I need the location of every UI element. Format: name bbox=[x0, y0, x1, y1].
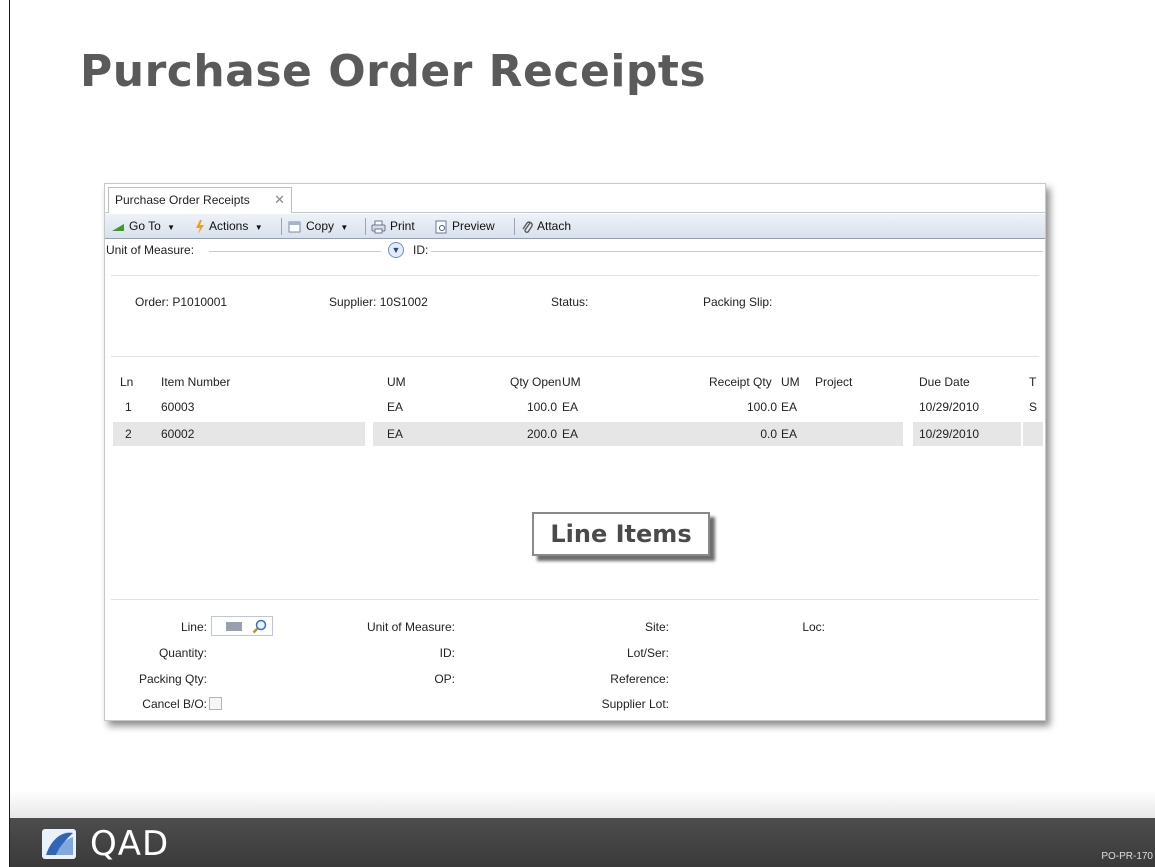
cell-um: EA bbox=[387, 400, 404, 414]
tab-bar: Purchase Order Receipts ✕ bbox=[105, 184, 1045, 213]
footer-fade bbox=[10, 790, 1155, 818]
cell-item: 60002 bbox=[161, 427, 195, 441]
line-items-callout: Line Items bbox=[532, 512, 710, 556]
cell-ln: 2 bbox=[125, 427, 132, 441]
print-button[interactable]: Print bbox=[371, 218, 415, 235]
qad-logo-icon bbox=[42, 829, 76, 859]
site-label: Site: bbox=[644, 620, 669, 634]
cell-due-date: 10/29/2010 bbox=[919, 400, 980, 414]
col-ln[interactable]: Ln bbox=[120, 375, 133, 389]
chevron-down-icon: ▼ bbox=[254, 223, 263, 232]
row-highlight bbox=[1023, 422, 1043, 446]
reference-label: Reference: bbox=[610, 672, 669, 686]
lightning-icon bbox=[196, 219, 204, 234]
cell-um3: EA bbox=[781, 427, 798, 441]
goto-label: Go To bbox=[129, 219, 161, 233]
slide-footer: QAD PO-PR-170 bbox=[10, 818, 1155, 867]
filter-bar: Unit of Measure: ▼ ID: bbox=[105, 240, 1045, 262]
id-filter-label: ID: bbox=[413, 243, 429, 257]
actions-button[interactable]: Actions ▼ bbox=[195, 218, 263, 235]
col-um3[interactable]: UM bbox=[781, 375, 800, 389]
search-icon[interactable] bbox=[252, 619, 268, 634]
cell-due-date: 10/29/2010 bbox=[919, 427, 980, 441]
line-input-value bbox=[226, 622, 242, 631]
copy-icon bbox=[288, 221, 301, 233]
copy-label: Copy bbox=[306, 219, 335, 233]
supplier-field: Supplier: 10S1002 bbox=[329, 295, 428, 309]
cell-um3: EA bbox=[781, 400, 798, 414]
uom-filter-line bbox=[209, 251, 381, 252]
divider bbox=[111, 599, 1039, 600]
toolbar-separator bbox=[514, 218, 515, 235]
row-highlight bbox=[373, 422, 903, 446]
preview-button[interactable]: Preview bbox=[435, 218, 495, 235]
printer-icon bbox=[371, 220, 386, 234]
attach-button[interactable]: Attach bbox=[521, 218, 571, 235]
po-receipts-window: Purchase Order Receipts ✕ Go To ▼ Action… bbox=[104, 183, 1046, 721]
toolbar: Go To ▼ Actions ▼ Copy ▼ Print Preview A… bbox=[105, 214, 1045, 239]
cell-t: S bbox=[1029, 400, 1038, 414]
col-t[interactable]: T bbox=[1029, 375, 1036, 389]
chevron-down-icon: ▼ bbox=[167, 223, 176, 232]
table-row[interactable]: 1 60003 EA 100.0 EA 100.0 EA 10/29/2010 … bbox=[105, 396, 1045, 418]
cell-qty-open: 100.0 bbox=[526, 400, 557, 414]
close-icon[interactable]: ✕ bbox=[274, 188, 285, 212]
cell-ln: 1 bbox=[125, 400, 132, 414]
line-label: Line: bbox=[180, 620, 207, 634]
slide-title: Purchase Order Receipts bbox=[80, 46, 707, 97]
goto-button[interactable]: Go To ▼ bbox=[111, 218, 175, 235]
col-um2[interactable]: UM bbox=[562, 375, 581, 389]
packing-slip-field: Packing Slip: bbox=[703, 295, 773, 309]
divider bbox=[111, 356, 1039, 357]
chevron-down-icon: ▼ bbox=[340, 223, 349, 232]
uom-filter-label: Unit of Measure: bbox=[106, 243, 195, 257]
preview-label: Preview bbox=[452, 219, 495, 233]
chevron-down-icon[interactable]: ▼ bbox=[388, 242, 404, 258]
tab-purchase-order-receipts[interactable]: Purchase Order Receipts ✕ bbox=[108, 187, 292, 213]
cell-qty-open: 200.0 bbox=[526, 427, 557, 441]
id-filter-line bbox=[431, 251, 1043, 252]
col-project[interactable]: Project bbox=[815, 375, 852, 389]
divider bbox=[111, 275, 1039, 276]
table-row[interactable]: 2 60002 EA 200.0 EA 0.0 EA 10/29/2010 bbox=[105, 422, 1045, 446]
row-highlight bbox=[113, 422, 365, 446]
tab-label: Purchase Order Receipts bbox=[115, 193, 250, 207]
cell-receipt-qty: 100.0 bbox=[746, 400, 777, 414]
loc-label: Loc: bbox=[802, 620, 825, 634]
preview-icon bbox=[435, 220, 447, 234]
goto-arrow-icon bbox=[112, 223, 124, 231]
print-label: Print bbox=[390, 219, 415, 233]
slide-code: PO-PR-170 bbox=[1101, 851, 1153, 862]
line-input[interactable] bbox=[211, 616, 273, 636]
col-due-date[interactable]: Due Date bbox=[919, 375, 970, 389]
supplier-lot-label: Supplier Lot: bbox=[601, 697, 669, 711]
col-receipt-qty[interactable]: Receipt Qty bbox=[709, 375, 772, 389]
col-qty-open[interactable]: Qty Open bbox=[510, 375, 561, 389]
col-um[interactable]: UM bbox=[387, 375, 406, 389]
cell-um: EA bbox=[387, 427, 404, 441]
quantity-label: Quantity: bbox=[158, 646, 207, 660]
packing-qty-label: Packing Qty: bbox=[138, 672, 207, 686]
order-field: Order: P1010001 bbox=[135, 295, 228, 309]
actions-label: Actions bbox=[209, 219, 249, 233]
col-item-number[interactable]: Item Number bbox=[161, 375, 230, 389]
cancel-bo-checkbox[interactable] bbox=[209, 697, 222, 710]
status-field: Status: bbox=[551, 295, 589, 309]
cell-receipt-qty: 0.0 bbox=[760, 427, 777, 441]
lot-ser-label: Lot/Ser: bbox=[626, 646, 669, 660]
cell-item: 60003 bbox=[161, 400, 195, 414]
op-label: OP: bbox=[434, 672, 455, 686]
toolbar-separator bbox=[365, 218, 366, 235]
toolbar-separator bbox=[281, 218, 282, 235]
paperclip-icon bbox=[522, 221, 533, 233]
cell-um2: EA bbox=[562, 400, 579, 414]
cell-um2: EA bbox=[562, 427, 579, 441]
copy-button[interactable]: Copy ▼ bbox=[288, 218, 348, 235]
id-label: ID: bbox=[439, 646, 455, 660]
cancel-bo-label: Cancel B/O: bbox=[142, 697, 207, 711]
uom-label: Unit of Measure: bbox=[366, 620, 455, 634]
attach-label: Attach bbox=[537, 219, 572, 233]
qad-logo-text: QAD bbox=[90, 824, 170, 864]
